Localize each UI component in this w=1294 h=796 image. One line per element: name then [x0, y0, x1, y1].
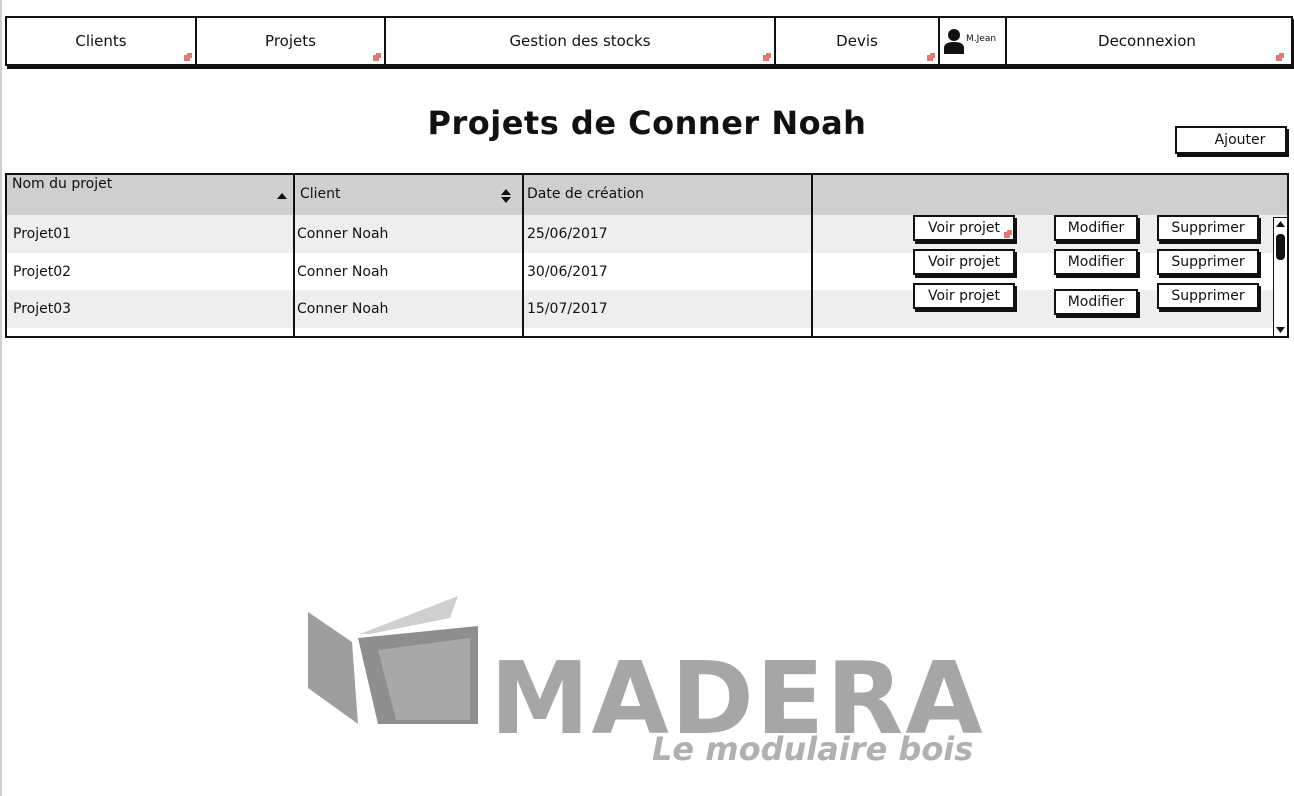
sort-both-icon	[501, 189, 511, 203]
column-header-date[interactable]: Date de création	[524, 175, 813, 215]
nav-gestion-stocks-label: Gestion des stocks	[509, 32, 651, 50]
project-client: Conner Noah	[297, 264, 389, 280]
link-arrow-icon	[184, 53, 192, 61]
project-name: Projet01	[13, 226, 72, 242]
view-project-button[interactable]: Voir projet	[913, 283, 1015, 309]
column-divider	[293, 175, 295, 336]
project-name: Projet03	[13, 301, 72, 317]
project-date: 25/06/2017	[527, 226, 608, 242]
project-date: 15/07/2017	[527, 301, 608, 317]
view-project-label: Voir projet	[927, 254, 1001, 270]
link-arrow-icon	[1004, 230, 1012, 238]
nav-clients-label: Clients	[75, 32, 127, 50]
link-arrow-icon	[763, 53, 771, 61]
column-header-date-label: Date de création	[527, 186, 645, 202]
project-date: 30/06/2017	[527, 264, 608, 280]
project-name: Projet02	[13, 264, 72, 280]
edit-project-button[interactable]: Modifier	[1054, 215, 1138, 241]
add-project-button[interactable]: Ajouter	[1175, 126, 1287, 154]
project-client: Conner Noah	[297, 301, 389, 317]
scroll-down-arrow-icon[interactable]	[1275, 325, 1286, 335]
column-header-client[interactable]: Client	[295, 175, 524, 215]
user-menu[interactable]: M.Jean	[940, 18, 1007, 64]
nav-devis-label: Devis	[836, 32, 878, 50]
page-title: Projets de Conner Noah	[427, 104, 867, 142]
top-nav: Clients Projets Gestion des stocks Devis…	[5, 16, 1293, 66]
edit-project-button[interactable]: Modifier	[1054, 289, 1138, 315]
delete-project-button[interactable]: Supprimer	[1157, 283, 1259, 309]
madera-logo: MADERA Le modulaire bois	[300, 590, 1000, 780]
scroll-thumb[interactable]	[1276, 234, 1285, 260]
nav-gestion-stocks[interactable]: Gestion des stocks	[386, 18, 776, 64]
view-project-label: Voir projet	[927, 288, 1001, 304]
table-scrollbar[interactable]	[1273, 217, 1288, 337]
view-project-button[interactable]: Voir projet	[913, 249, 1015, 275]
nav-projets[interactable]: Projets	[197, 18, 386, 64]
logo-tagline: Le modulaire bois	[652, 730, 974, 768]
column-header-name-label: Nom du projet	[12, 176, 113, 192]
user-name: M.Jean	[966, 34, 997, 44]
view-project-button[interactable]: Voir projet	[913, 215, 1015, 241]
table-header: Nom du projet Client Date de création	[7, 175, 1287, 215]
sort-ascending-icon	[277, 193, 287, 199]
column-divider	[522, 175, 524, 336]
nav-projets-label: Projets	[265, 32, 316, 50]
madera-logo-mark	[308, 596, 478, 724]
nav-clients[interactable]: Clients	[7, 18, 197, 64]
link-arrow-icon	[1276, 53, 1284, 61]
project-client: Conner Noah	[297, 226, 389, 242]
delete-project-button[interactable]: Supprimer	[1157, 249, 1259, 275]
column-divider	[811, 175, 813, 336]
user-icon	[944, 29, 964, 54]
nav-deconnexion[interactable]: Deconnexion	[1007, 18, 1287, 64]
nav-devis[interactable]: Devis	[776, 18, 940, 64]
link-arrow-icon	[927, 53, 935, 61]
nav-deconnexion-label: Deconnexion	[1098, 32, 1196, 50]
edit-project-button[interactable]: Modifier	[1054, 249, 1138, 275]
column-header-client-label: Client	[300, 186, 341, 202]
link-arrow-icon	[373, 53, 381, 61]
delete-project-button[interactable]: Supprimer	[1157, 215, 1259, 241]
view-project-label: Voir projet	[927, 220, 1001, 236]
column-header-name[interactable]: Nom du projet	[7, 175, 295, 215]
scroll-up-arrow-icon[interactable]	[1275, 219, 1286, 229]
